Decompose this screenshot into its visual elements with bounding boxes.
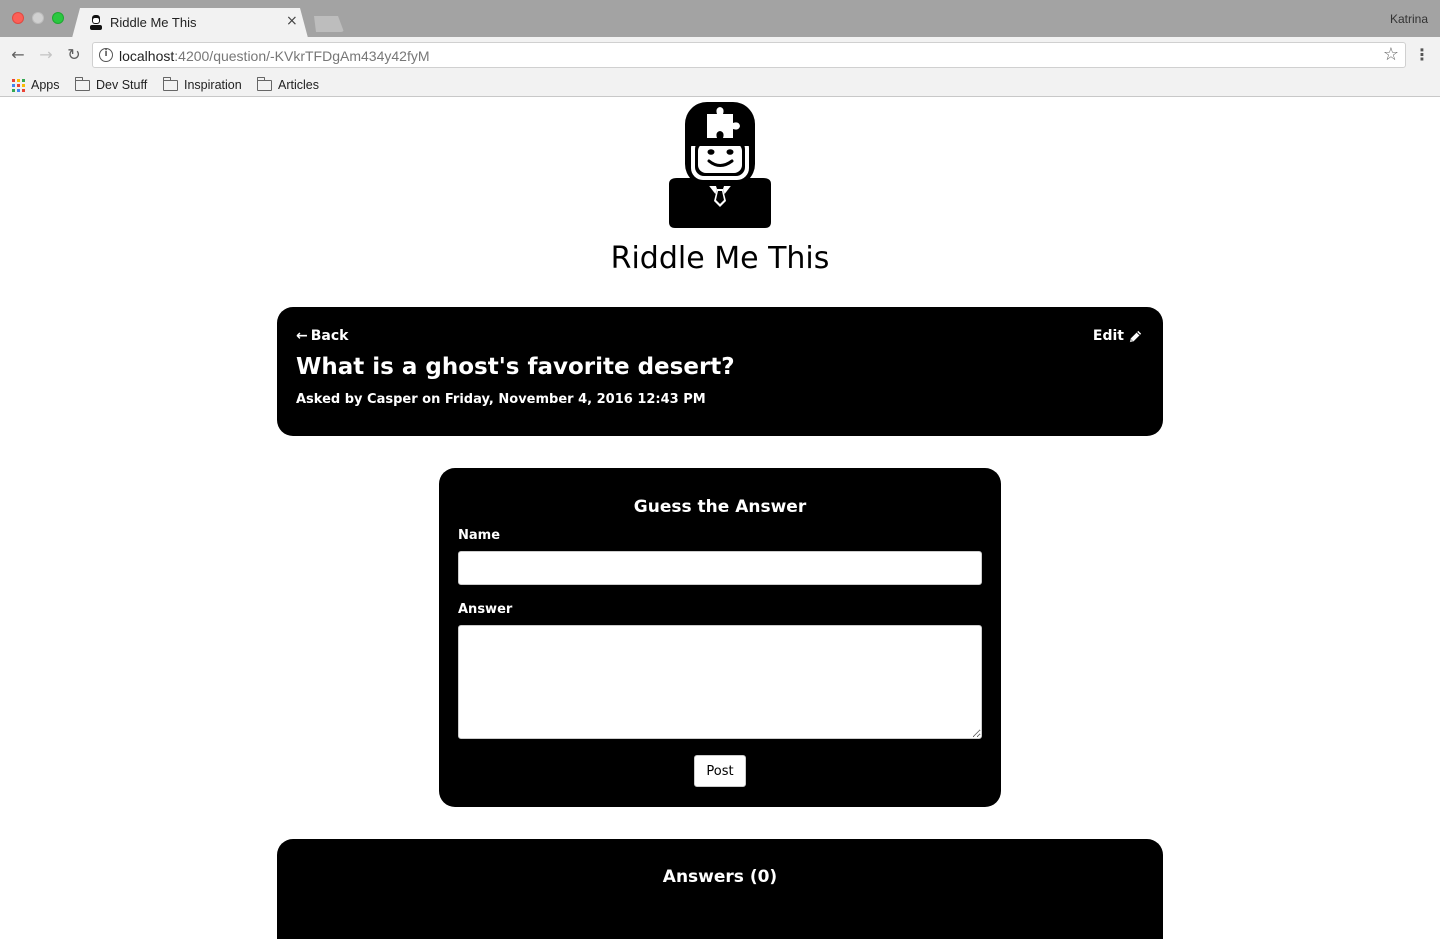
page-content: Riddle Me This ← Back Edit What is a gho… <box>0 97 1440 939</box>
bookmark-dev-stuff[interactable]: Dev Stuff <box>74 75 148 95</box>
bookmarks-bar: Apps Dev Stuff Inspiration Articles <box>0 73 1440 97</box>
forward-arrow-icon[interactable]: → <box>36 45 56 65</box>
url-path: :4200/question/-KVkrTFDgAm434y42fyM <box>174 48 430 64</box>
answer-form-title: Guess the Answer <box>633 497 807 517</box>
site-info-icon[interactable]: i <box>99 48 113 62</box>
window-zoom-button[interactable] <box>52 12 64 24</box>
bookmark-label: Articles <box>278 78 319 92</box>
folder-icon <box>162 76 178 91</box>
tab-close-icon[interactable]: × <box>286 13 298 29</box>
site-title: Riddle Me This <box>610 241 830 276</box>
back-link[interactable]: ← Back <box>296 328 348 344</box>
profile-name[interactable]: Katrina <box>1390 12 1428 26</box>
answers-title: Answers (0) <box>662 867 778 887</box>
question-card: ← Back Edit What is a ghost's favorite d… <box>277 307 1163 436</box>
answer-form: Guess the Answer Name Answer Post <box>439 468 1001 807</box>
post-button[interactable]: Post <box>694 755 746 787</box>
back-arrow-icon: ← <box>296 328 308 344</box>
name-label: Name <box>458 528 501 543</box>
tab-title: Riddle Me This <box>110 15 197 30</box>
apps-grid-icon <box>12 78 25 92</box>
question-meta: Asked by Casper on Friday, November 4, 2… <box>296 392 706 407</box>
browser-menu-icon[interactable]: ⋮ <box>1414 45 1430 64</box>
answer-textarea[interactable] <box>458 625 982 739</box>
question-title: What is a ghost's favorite desert? <box>296 354 735 380</box>
browser-toolbar: ← → ↻ i localhost:4200/question/-KVkrTFD… <box>0 37 1440 73</box>
answer-label: Answer <box>458 602 513 617</box>
bookmark-label: Dev Stuff <box>96 78 148 92</box>
bookmark-label: Apps <box>31 78 60 92</box>
edit-link[interactable]: Edit <box>1093 328 1143 344</box>
answers-card: Answers (0) <box>277 839 1163 939</box>
window-minimize-button[interactable] <box>32 12 44 24</box>
tab-favicon-icon <box>90 15 102 30</box>
window-close-button[interactable] <box>12 12 24 24</box>
bookmark-label: Inspiration <box>184 78 242 92</box>
bookmark-star-icon[interactable]: ☆ <box>1383 44 1399 65</box>
back-arrow-icon[interactable]: ← <box>8 45 28 65</box>
address-bar[interactable]: i localhost:4200/question/-KVkrTFDgAm434… <box>92 42 1406 68</box>
name-input[interactable] <box>458 551 982 585</box>
url-text[interactable]: localhost:4200/question/-KVkrTFDgAm434y4… <box>119 48 430 64</box>
bookmark-inspiration[interactable]: Inspiration <box>162 75 242 95</box>
back-link-label: Back <box>310 328 349 344</box>
browser-titlebar: Riddle Me This × Katrina <box>0 0 1440 37</box>
new-tab-button[interactable] <box>310 16 344 32</box>
pencil-icon <box>1129 330 1142 342</box>
riddler-puzzle-head-icon <box>669 102 771 228</box>
reload-icon[interactable]: ↻ <box>64 45 84 65</box>
bookmark-articles[interactable]: Articles <box>256 75 319 95</box>
folder-icon <box>256 76 272 91</box>
bookmark-apps[interactable]: Apps <box>12 75 60 95</box>
url-host: localhost <box>119 48 175 64</box>
edit-link-label: Edit <box>1092 328 1124 344</box>
folder-icon <box>74 76 90 91</box>
